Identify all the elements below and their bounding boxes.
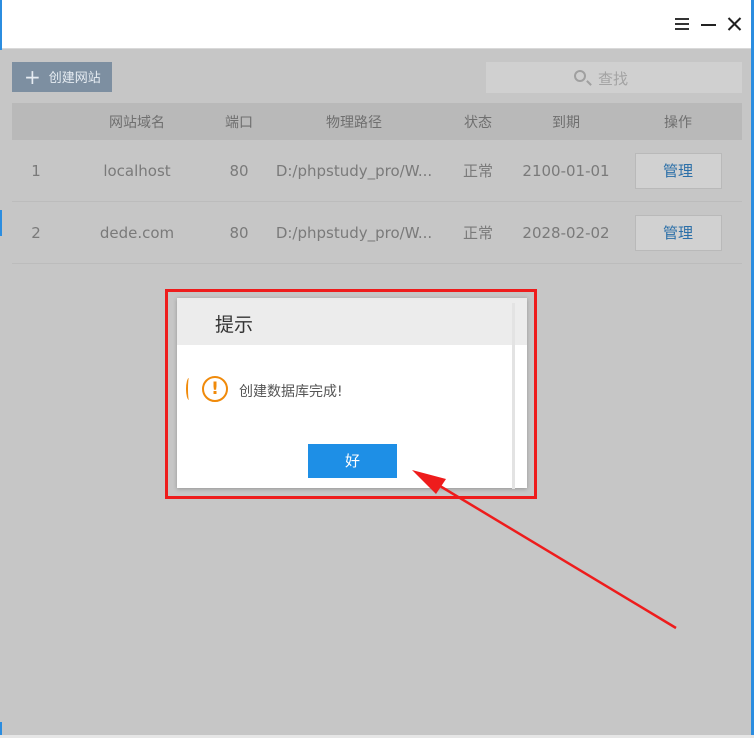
close-icon[interactable] — [725, 13, 747, 35]
search-placeholder: 查找 — [598, 70, 629, 88]
dialog-title: 提示 — [215, 314, 254, 336]
dialog-message: 创建数据库完成! — [239, 384, 343, 400]
arrow-shaft — [424, 475, 677, 630]
row-expire: 2028-02-02 — [522, 223, 610, 242]
create-website-button[interactable]: + 创建网站 — [12, 62, 112, 92]
row-path: D:/phpstudy_pro/W... — [275, 161, 433, 180]
create-website-label: 创建网站 — [48, 71, 101, 86]
search-input[interactable]: 查找 — [486, 62, 742, 93]
table-row: 2 dede.com 80 D:/phpstudy_pro/W... 正常 20… — [12, 202, 742, 264]
header-path: 物理路径 — [326, 114, 382, 131]
row-domain: localhost — [103, 161, 171, 180]
row-status: 正常 — [462, 224, 493, 242]
row-path: D:/phpstudy_pro/W... — [275, 223, 433, 242]
title-bar — [2, 0, 751, 49]
row-expire: 2100-01-01 — [522, 161, 610, 180]
ok-button[interactable]: 好 — [308, 444, 397, 478]
dialog-scrollbar[interactable] — [512, 303, 515, 489]
row-status: 正常 — [462, 162, 493, 180]
header-index — [12, 103, 60, 140]
app-window: + 创建网站 查找 网站域名 端口 物理路径 状态 到期 操作 1 localho… — [0, 0, 754, 738]
warning-icon: ! — [202, 376, 228, 402]
manage-button[interactable]: 管理 — [634, 152, 722, 189]
header-expire: 到期 — [552, 114, 580, 131]
minimize-icon[interactable] — [699, 13, 721, 35]
row-domain: dede.com — [99, 223, 175, 242]
website-table: 网站域名 端口 物理路径 状态 到期 操作 1 localhost 80 D:/… — [12, 103, 742, 264]
header-domain: 网站域名 — [109, 114, 165, 131]
row-index: 2 — [31, 223, 41, 242]
header-action: 操作 — [664, 114, 692, 131]
plus-icon: + — [24, 65, 41, 89]
row-index: 1 — [31, 161, 41, 180]
manage-button[interactable]: 管理 — [634, 214, 722, 251]
row-action: 管理 — [620, 140, 736, 201]
row-port: 80 — [229, 161, 249, 180]
dialog-header: 提示 — [177, 298, 527, 345]
row-action: 管理 — [620, 202, 736, 263]
row-port: 80 — [229, 223, 249, 242]
hamburger-menu-icon[interactable] — [672, 13, 694, 35]
search-icon — [574, 70, 586, 82]
header-status: 状态 — [464, 114, 492, 131]
window-border — [0, 210, 2, 236]
header-port: 端口 — [225, 114, 253, 131]
table-row: 1 localhost 80 D:/phpstudy_pro/W... 正常 2… — [12, 140, 742, 202]
partial-icon-edge — [186, 378, 192, 400]
table-header: 网站域名 端口 物理路径 状态 到期 操作 — [12, 103, 742, 140]
